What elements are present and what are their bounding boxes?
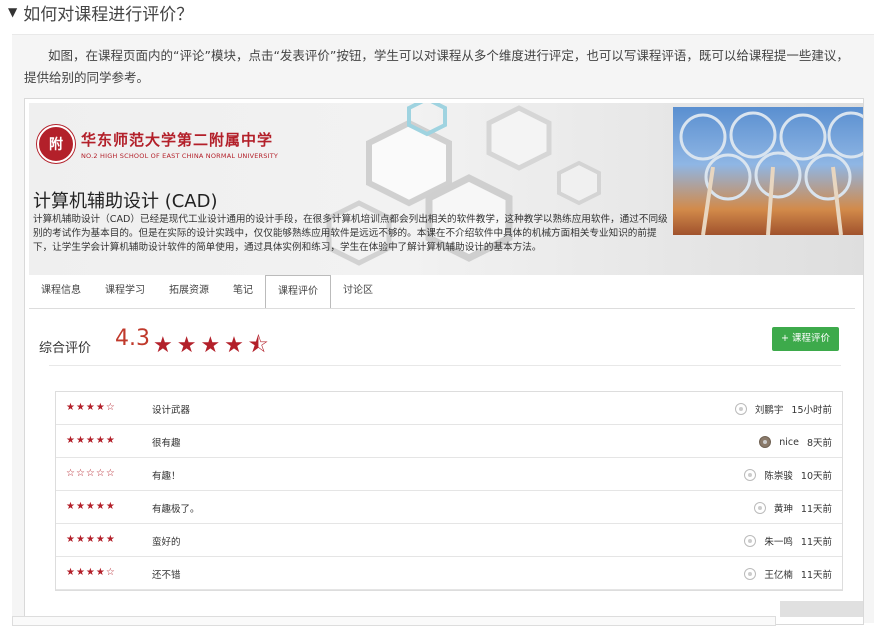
course-tabs: 课程信息 课程学习 拓展资源 笔记 课程评价 讨论区 (29, 275, 385, 309)
school-logo[interactable]: 附 华东师范大学第二附属中学 NO.2 HIGH SCHOOL OF EAST … (37, 125, 278, 163)
review-comment: 有趣极了。 (152, 504, 200, 515)
tab-course-evaluation[interactable]: 课程评价 (265, 275, 331, 309)
course-banner: 附 华东师范大学第二附属中学 NO.2 HIGH SCHOOL OF EAST … (29, 103, 863, 275)
next-section-edge (12, 616, 776, 626)
tab-course-study[interactable]: 课程学习 (93, 275, 157, 307)
user-avatar-icon[interactable] (734, 403, 747, 415)
school-emblem-icon: 附 (37, 125, 75, 163)
review-comment: 有趣！ (152, 471, 181, 482)
review-comment: 很有趣 (152, 438, 181, 449)
watermark-logo (780, 601, 864, 617)
review-comment: 还不错 (152, 570, 181, 581)
expand-triangle-icon[interactable]: ▼ (8, 5, 17, 19)
course-page-screenshot: 附 华东师范大学第二附属中学 NO.2 HIGH SCHOOL OF EAST … (24, 98, 864, 625)
faq-answer: 如图，在课程页面内的“评论”模块，点击“发表评价”按钮，学生可以对课程从多个维度… (12, 34, 874, 625)
review-row: ★★★★★ 蛮好的 朱一鸣 11天前 (56, 524, 842, 557)
tab-course-info[interactable]: 课程信息 (29, 275, 93, 307)
review-time: 8天前 (806, 438, 832, 449)
review-time: 11天前 (800, 504, 832, 515)
review-list: ★★★★☆ 设计武器 刘鹏宇 15小时前 ★★★★★ 很有趣 nice 8天前 ☆☆… (55, 391, 843, 591)
tab-extended-resources[interactable]: 拓展资源 (157, 275, 221, 307)
school-name-cn: 华东师范大学第二附属中学 (81, 130, 274, 149)
overall-rating-stars-icon: ★★★★⯪ (153, 333, 273, 358)
overall-rating-label: 综合评价 (39, 341, 92, 356)
review-author[interactable]: 陈崇骏 (764, 468, 793, 482)
review-stars-icon: ☆☆☆☆☆ (66, 468, 116, 479)
review-row: ★★★★★ 很有趣 nice 8天前 (56, 425, 842, 458)
review-author[interactable]: nice (779, 437, 799, 448)
faq-question[interactable]: ▼ 如何对课程进行评价？ (8, 0, 194, 25)
school-name-en: NO.2 HIGH SCHOOL OF EAST CHINA NORMAL UN… (81, 151, 279, 160)
review-stars-icon: ★★★★★ (66, 435, 116, 446)
review-time: 11天前 (800, 537, 832, 548)
add-evaluation-button[interactable]: + 课程评价 (772, 327, 839, 351)
review-stars-icon: ★★★★★ (66, 501, 116, 512)
course-title: 计算机辅助设计 (CAD) (33, 191, 218, 212)
tab-notes[interactable]: 笔记 (221, 275, 265, 307)
user-avatar-icon[interactable] (744, 469, 757, 481)
review-row: ★★★★★ 有趣极了。 黄珅 11天前 (56, 491, 842, 524)
user-avatar-icon[interactable] (744, 568, 757, 580)
review-comment: 设计武器 (152, 405, 191, 416)
review-stars-icon: ★★★★★ (66, 534, 116, 545)
course-description: 计算机辅助设计（CAD）已经是现代工业设计通用的设计手段，在很多计算机培训点都会… (33, 214, 668, 253)
user-avatar-icon[interactable] (759, 436, 772, 448)
review-time: 10天前 (800, 471, 832, 482)
rating-divider (49, 365, 841, 366)
review-row: ☆☆☆☆☆ 有趣！ 陈崇骏 10天前 (56, 458, 842, 491)
user-avatar-icon[interactable] (753, 502, 766, 514)
rating-panel: 综合评价 4.3 ★★★★⯪ + 课程评价 ★★★★☆ 设计武器 刘鹏宇 15小时… (29, 308, 855, 624)
overall-rating-score: 4.3 (115, 326, 150, 351)
review-author[interactable]: 朱一鸣 (764, 534, 793, 548)
user-avatar-icon[interactable] (744, 535, 757, 547)
tab-discussion[interactable]: 讨论区 (331, 275, 385, 307)
review-row: ★★★★☆ 设计武器 刘鹏宇 15小时前 (56, 392, 842, 425)
course-cover-image (673, 107, 863, 235)
review-row: ★★★★☆ 还不错 王亿楠 11天前 (56, 557, 842, 590)
faq-answer-text: 如图，在课程页面内的“评论”模块，点击“发表评价”按钮，学生可以对课程从多个维度… (24, 48, 849, 85)
review-author[interactable]: 刘鹏宇 (755, 402, 784, 416)
review-comment: 蛮好的 (152, 537, 181, 548)
review-time: 15小时前 (791, 405, 832, 416)
review-author[interactable]: 黄珅 (774, 501, 793, 515)
review-stars-icon: ★★★★☆ (66, 402, 116, 413)
review-stars-icon: ★★★★☆ (66, 567, 116, 578)
review-time: 11天前 (800, 570, 832, 581)
architecture-photo-graphic (679, 111, 863, 235)
faq-question-text: 如何对课程进行评价？ (23, 4, 194, 25)
review-author[interactable]: 王亿楠 (764, 567, 793, 581)
